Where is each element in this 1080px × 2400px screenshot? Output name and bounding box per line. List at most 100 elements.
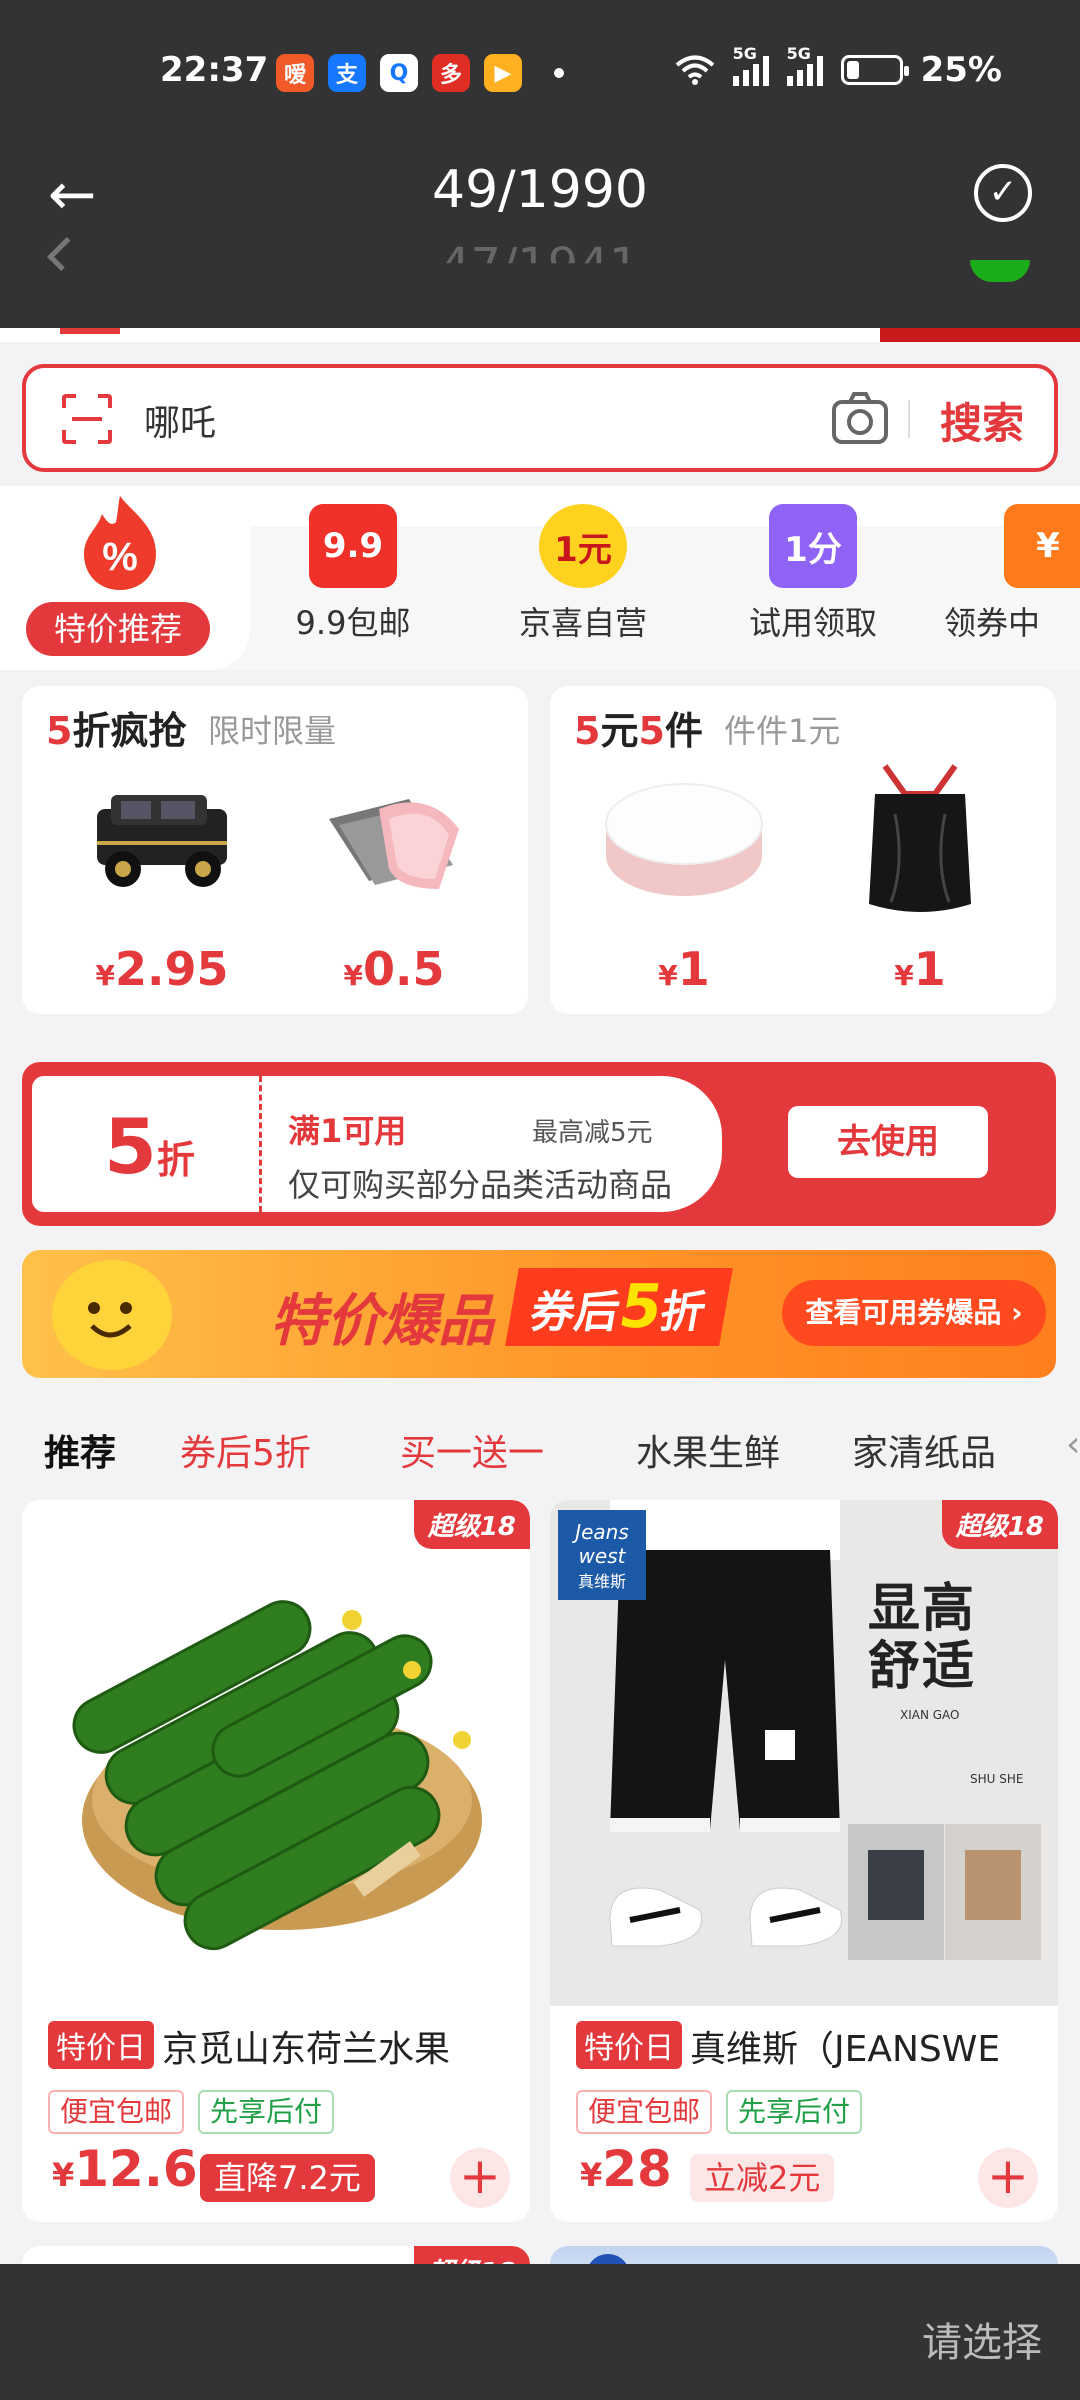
view-coupon-deals-button[interactable]: 查看可用券爆品 › bbox=[782, 1280, 1046, 1346]
deal-subtitle: 件件1元 bbox=[724, 712, 841, 750]
search-input[interactable]: 哪吒 bbox=[144, 394, 216, 446]
badge-pay-later: 先享后付 bbox=[198, 2090, 335, 2134]
category-label: 特价推荐 bbox=[26, 602, 210, 656]
battery-icon bbox=[840, 55, 909, 85]
category-label: 试用领取 bbox=[748, 604, 877, 642]
deal-item-cleaning-cloth[interactable]: ¥0.5 bbox=[294, 754, 494, 1002]
coupon-discount-area: 5折 bbox=[32, 1076, 262, 1212]
camera-icon[interactable] bbox=[830, 390, 890, 446]
image-counter: 49/1990 bbox=[431, 160, 649, 220]
strip-accent bbox=[880, 328, 1080, 342]
signal-5g-2: 5G bbox=[786, 44, 823, 86]
banner-subtitle: 券后5折 bbox=[505, 1268, 733, 1346]
add-to-cart-button[interactable]: + bbox=[450, 2148, 510, 2208]
deal-price: ¥2.95 bbox=[95, 942, 229, 996]
cleaning-cloth-image bbox=[294, 754, 494, 924]
coupon-discount: 5折 bbox=[104, 1102, 195, 1191]
deal-price: ¥0.5 bbox=[343, 942, 445, 996]
add-to-cart-button[interactable]: + bbox=[978, 2148, 1038, 2208]
alipay-icon: 支 bbox=[328, 54, 366, 92]
category-label: 领券中 bbox=[944, 604, 1041, 642]
category-trial[interactable]: 1分 试用领取 bbox=[718, 486, 908, 644]
category-label: 京喜自营 bbox=[518, 604, 647, 642]
deal-item-garbage-bag[interactable]: ¥1 bbox=[820, 754, 1020, 1002]
viewer-overlay: 22:37 嗳 支 Q 多 ▶ 5G 5G 25% ← 49/1990 ✓ 47… bbox=[0, 0, 1080, 328]
system-indicators: 5G 5G 25% bbox=[675, 44, 1002, 90]
deal-price: ¥1 bbox=[894, 942, 946, 996]
product-price: ¥28 bbox=[580, 2140, 672, 2198]
deal-title: 5折疯抢 bbox=[46, 709, 187, 753]
jeanswest-logo: Jeans west 真维斯 bbox=[558, 1510, 646, 1600]
ghost-counter: 47/1941 bbox=[440, 238, 640, 294]
ghost-back-icon bbox=[47, 237, 81, 271]
deal-price: ¥1 bbox=[658, 942, 710, 996]
deal-card-five-yuan[interactable]: 5元5件 件件1元 ¥1 ¥1 bbox=[550, 686, 1056, 1014]
category-nine-nine[interactable]: 9.9 9.9包邮 bbox=[258, 486, 448, 644]
deal-item-makeup-sponge[interactable]: ¥1 bbox=[584, 754, 784, 1002]
hot-deals-banner[interactable]: 特价爆品 券后5折 查看可用券爆品 › bbox=[22, 1250, 1056, 1378]
strip-accent-left bbox=[60, 328, 120, 334]
nine-nine-icon: 9.9 bbox=[309, 504, 397, 588]
tab-coupon-half-price[interactable]: 券后5折 bbox=[180, 1424, 311, 1476]
viewer-bottom-bar: 请选择 bbox=[0, 2264, 1080, 2400]
deal-item-toy-car[interactable]: ¥2.95 bbox=[62, 754, 262, 1002]
more-notifications-dot bbox=[554, 68, 564, 78]
category-label: 9.9包邮 bbox=[295, 604, 411, 642]
tabs-more-indicator: ‹ bbox=[1066, 1424, 1080, 1465]
super-18-tag: 超级18 bbox=[941, 1500, 1058, 1549]
tab-buy-one-get-one[interactable]: 买一送一 bbox=[400, 1424, 544, 1476]
garbage-bag-image bbox=[820, 754, 1020, 924]
battery-percent: 25% bbox=[920, 50, 1002, 90]
scan-icon[interactable] bbox=[60, 392, 114, 446]
deal-subtitle: 限时限量 bbox=[208, 712, 337, 750]
coupon-card[interactable]: 5折 满1可用 最高减5元 仅可购买部分品类活动商品 去使用 bbox=[22, 1062, 1056, 1226]
makeup-sponge-image bbox=[584, 754, 784, 924]
category-jingxi-self[interactable]: 1元 京喜自营 bbox=[488, 486, 678, 644]
viewer-header: ← 49/1990 ✓ bbox=[0, 150, 1080, 240]
coupon-max: 最高减5元 bbox=[532, 1118, 653, 1148]
search-bar[interactable]: 哪吒 搜索 bbox=[22, 364, 1058, 472]
status-time: 22:37 bbox=[160, 50, 269, 90]
deal-title: 5元5件 bbox=[574, 709, 703, 753]
category-nav: % 特价推荐 9.9 9.9包邮 1元 京喜自营 1分 试用领取 ¥ 领券中 bbox=[0, 486, 1080, 670]
product-card-cucumber[interactable]: 超级18 特价日 京觅山东荷兰水果 便宜包邮 先享后付 ¥12.6 直降7.2元 … bbox=[22, 1500, 530, 2222]
search-button[interactable]: 搜索 bbox=[940, 390, 1024, 451]
badge-free-shipping: 便宜包邮 bbox=[48, 2090, 185, 2134]
poster-en-2: SHU SHE bbox=[970, 1772, 1024, 1786]
one-yuan-badge-icon: 1元 bbox=[539, 504, 627, 588]
baidu-like-app-icon: 嗳 bbox=[276, 54, 314, 92]
mascot-image bbox=[52, 1260, 172, 1370]
product-tabs: 推荐 券后5折 买一送一 水果生鲜 家清纸品 ‹ bbox=[0, 1402, 1080, 1496]
video-app-icon: ▶ bbox=[484, 54, 522, 92]
category-coupons[interactable]: ¥ 领券中 bbox=[944, 486, 1080, 644]
product-price: ¥12.6 bbox=[52, 2140, 198, 2198]
top-strip bbox=[0, 328, 1080, 342]
ghost-check-icon bbox=[970, 260, 1030, 282]
super-18-tag: 超级18 bbox=[413, 1500, 530, 1549]
percent-flame-icon: % bbox=[84, 496, 156, 590]
select-button[interactable]: 请选择 bbox=[922, 2310, 1042, 2368]
status-bar: 22:37 嗳 支 Q 多 ▶ 5G 5G 25% bbox=[0, 40, 1080, 104]
signal-5g-1: 5G bbox=[732, 44, 769, 86]
category-special-recommend[interactable]: % 特价推荐 bbox=[0, 486, 250, 670]
jeanswest-pants-image: Jeans west 真维斯 显高舒适 XIAN GAO SHU SHE 超级18 bbox=[550, 1500, 1058, 2006]
poster-en-1: XIAN GAO bbox=[900, 1708, 960, 1722]
check-circle-icon[interactable]: ✓ bbox=[974, 164, 1032, 222]
tab-fresh-fruit[interactable]: 水果生鲜 bbox=[636, 1424, 780, 1476]
one-cent-bag-icon: 1分 bbox=[769, 504, 857, 588]
product-title: 特价日 真维斯（JEANSWE bbox=[576, 2020, 1046, 2072]
coupon-condition: 满1可用 bbox=[288, 1112, 407, 1150]
poster-text: 显高舒适 bbox=[868, 1579, 977, 1697]
badge-free-shipping: 便宜包邮 bbox=[576, 2090, 713, 2134]
cucumber-image: 超级18 bbox=[22, 1500, 530, 2006]
product-card-jeanswest[interactable]: Jeans west 真维斯 显高舒适 XIAN GAO SHU SHE 超级18… bbox=[550, 1500, 1058, 2222]
pinduoduo-icon: 多 bbox=[432, 54, 470, 92]
wifi-icon bbox=[675, 55, 714, 85]
tab-household-paper[interactable]: 家清纸品 bbox=[852, 1424, 996, 1476]
search-divider bbox=[908, 400, 910, 438]
use-coupon-button[interactable]: 去使用 bbox=[788, 1106, 988, 1178]
search-app-icon: Q bbox=[380, 54, 418, 92]
coupon-description: 仅可购买部分品类活动商品 bbox=[288, 1166, 673, 1204]
tab-recommend[interactable]: 推荐 bbox=[44, 1424, 116, 1476]
deal-card-half-price[interactable]: 5折疯抢 限时限量 ¥2.95 ¥0.5 bbox=[22, 686, 528, 1014]
